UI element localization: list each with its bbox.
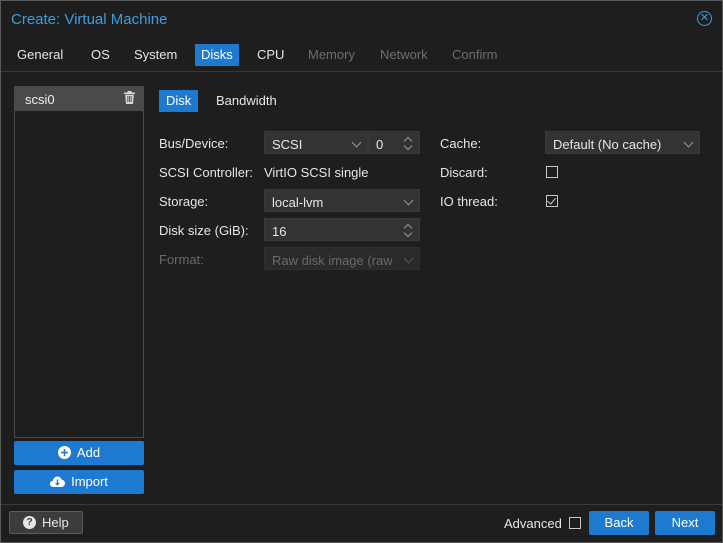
spinner-icon[interactable] [403,134,413,152]
tab-cpu[interactable]: CPU [251,44,290,66]
tab-bandwidth[interactable]: Bandwidth [209,90,284,112]
scsi-controller-label: SCSI Controller: [159,165,253,180]
spinner-icon[interactable] [403,221,413,239]
tab-disks[interactable]: Disks [195,44,239,66]
tab-memory: Memory [308,47,355,62]
chevron-down-icon [683,137,694,148]
check-icon [547,195,556,205]
storage-label: Storage: [159,194,209,209]
create-vm-dialog: Create: Virtual Machine ✕ General OS Sys… [0,0,723,543]
cloud-download-icon [50,472,66,496]
tab-general[interactable]: General [11,44,69,66]
chevron-down-icon [403,195,414,206]
tab-system[interactable]: System [128,44,183,66]
help-button[interactable]: ? Help [9,511,83,534]
dialog-title: Create: Virtual Machine [11,11,168,28]
disk-size-label: Disk size (GiB): [159,223,249,238]
discard-checkbox[interactable] [546,166,558,178]
bus-select[interactable]: SCSI [264,131,368,154]
title-bar: Create: Virtual Machine ✕ [1,1,722,37]
format-select: Raw disk image (raw) [264,247,420,270]
io-thread-checkbox[interactable] [546,195,558,207]
add-disk-button[interactable]: Add [14,441,144,465]
tab-os[interactable]: OS [85,44,116,66]
back-button[interactable]: Back [589,511,649,535]
footer-divider [1,504,722,505]
disk-list: scsi0 [14,86,144,438]
cache-label: Cache: [440,136,482,151]
tabs-divider [1,71,722,72]
scsi-controller-value: VirtIO SCSI single [264,165,369,180]
storage-select[interactable]: local-lvm [264,189,420,212]
tab-disk[interactable]: Disk [159,90,199,112]
device-number-stepper[interactable]: 0 [368,131,420,154]
chevron-down-icon [351,137,362,148]
advanced-label: Advanced [504,516,562,531]
tab-network: Network [380,47,428,62]
disk-size-stepper[interactable]: 16 [264,218,420,241]
import-disk-button[interactable]: Import [14,470,144,494]
import-label: Import [71,474,108,489]
discard-label: Discard: [440,165,488,180]
question-circle-icon: ? [23,516,36,529]
disk-item-label: scsi0 [25,92,55,107]
io-thread-label: IO thread: [440,194,498,209]
chevron-down-icon [403,253,414,264]
trash-icon[interactable] [124,91,135,107]
add-label: Add [76,445,101,460]
disk-list-item[interactable]: scsi0 [15,87,143,111]
format-label: Format: [159,252,204,267]
tab-confirm: Confirm [452,47,498,62]
advanced-checkbox[interactable] [569,517,581,529]
next-button[interactable]: Next [655,511,715,535]
plus-circle-icon [57,443,71,467]
close-icon[interactable]: ✕ [697,11,712,26]
bus-device-label: Bus/Device: [159,136,229,151]
cache-select[interactable]: Default (No cache) [545,131,700,154]
